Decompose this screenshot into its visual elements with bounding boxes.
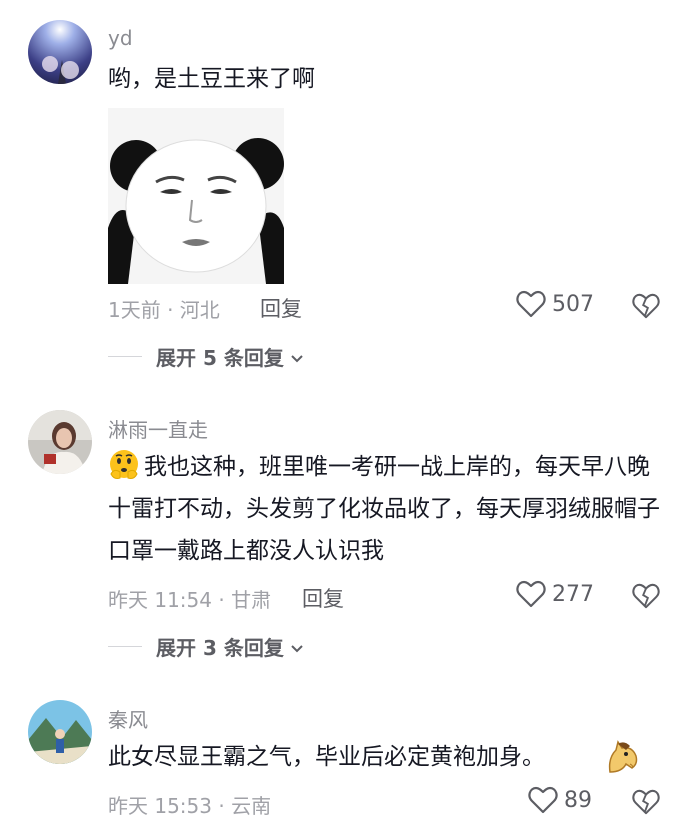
reply-button[interactable]: 回复	[302, 583, 344, 613]
heart-icon	[516, 580, 546, 608]
username[interactable]: 秦风	[108, 704, 148, 733]
like-count: 277	[552, 581, 594, 607]
comment-time-location: 1天前 · 河北	[108, 298, 220, 322]
comment-time-location: 昨天 15:53 · 云南	[108, 794, 272, 818]
avatar-image-icon	[28, 20, 92, 84]
thinking-face-emoji	[108, 448, 140, 480]
username[interactable]: yd	[108, 26, 133, 50]
broken-heart-icon	[632, 293, 660, 319]
avatar[interactable]	[28, 410, 92, 474]
divider-line	[108, 646, 142, 647]
like-count: 507	[552, 291, 594, 317]
heart-icon	[516, 290, 546, 318]
avatar[interactable]	[28, 20, 92, 84]
expand-replies-label: 展开 5 条回复	[156, 346, 284, 370]
like-button[interactable]: 89	[528, 786, 592, 814]
dislike-button[interactable]	[632, 582, 660, 614]
expand-replies-button[interactable]: 展开 3 条回复	[108, 632, 304, 661]
comment-text: 哟，是土豆王来了啊	[108, 66, 315, 92]
avatar-image-icon	[28, 410, 92, 474]
chevron-down-icon	[290, 635, 304, 659]
comment-text: 我也这种，班里唯一考研一战上岸的，每天早八晚十雷打不动，头发剪了化妆品收了，每天…	[108, 446, 668, 572]
comment-text-body: 我也这种，班里唯一考研一战上岸的，每天早八晚十雷打不动，头发剪了化妆品收了，每天…	[108, 454, 660, 564]
reply-button[interactable]: 回复	[260, 293, 302, 323]
heart-icon	[528, 786, 558, 814]
horse-emoji	[604, 738, 642, 776]
broken-heart-icon	[632, 789, 660, 815]
dislike-button[interactable]	[632, 788, 660, 820]
expand-replies-button[interactable]: 展开 5 条回复	[108, 342, 304, 371]
like-count: 89	[564, 787, 592, 813]
dislike-button[interactable]	[632, 292, 660, 324]
expand-replies-label: 展开 3 条回复	[156, 636, 284, 660]
panda-meme-sticker[interactable]	[108, 108, 284, 284]
like-button[interactable]: 277	[516, 580, 594, 608]
avatar[interactable]	[28, 700, 92, 764]
panda-face-icon	[108, 108, 284, 284]
comment-text: 此女尽显王霸之气，毕业后必定黄袍加身。	[108, 736, 648, 778]
comment-text-body: 此女尽显王霸之气，毕业后必定黄袍加身。	[108, 744, 545, 770]
broken-heart-icon	[632, 583, 660, 609]
comment-time-location: 昨天 11:54 · 甘肃	[108, 588, 272, 612]
like-button[interactable]: 507	[516, 290, 594, 318]
divider-line	[108, 356, 142, 357]
chevron-down-icon	[290, 345, 304, 369]
avatar-image-icon	[28, 700, 92, 764]
username[interactable]: 淋雨一直走	[108, 414, 208, 443]
